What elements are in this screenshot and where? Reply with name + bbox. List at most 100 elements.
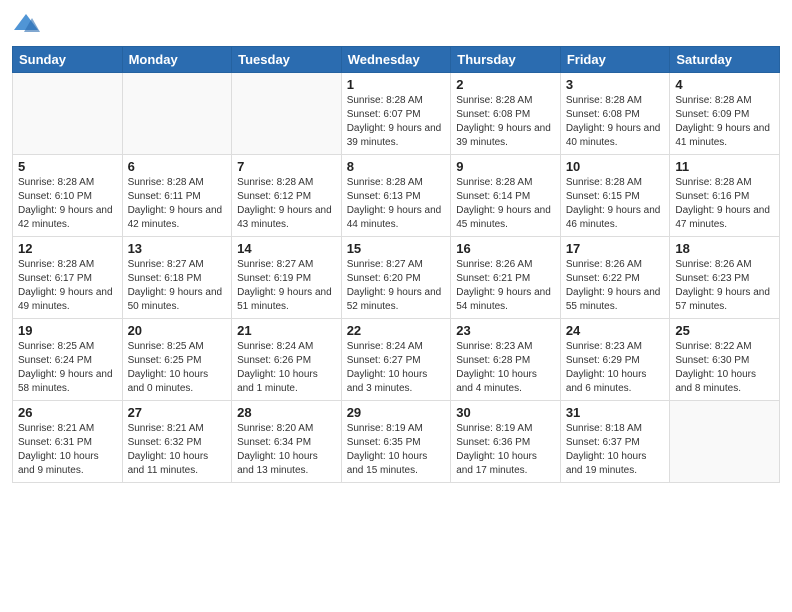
logo bbox=[12, 10, 43, 38]
day-info: Sunrise: 8:28 AM Sunset: 6:16 PM Dayligh… bbox=[675, 176, 774, 232]
day-info: Sunrise: 8:20 AM Sunset: 6:34 PM Dayligh… bbox=[237, 422, 336, 478]
day-cell-30: 30 Sunrise: 8:19 AM Sunset: 6:36 PM Dayli… bbox=[451, 401, 561, 483]
day-info: Sunrise: 8:26 AM Sunset: 6:23 PM Dayligh… bbox=[675, 258, 774, 314]
day-cell-15: 15 Sunrise: 8:27 AM Sunset: 6:20 PM Dayli… bbox=[341, 237, 451, 319]
day-number: 12 bbox=[18, 241, 117, 256]
day-info: Sunrise: 8:28 AM Sunset: 6:15 PM Dayligh… bbox=[566, 176, 665, 232]
day-number: 7 bbox=[237, 159, 336, 174]
day-info: Sunrise: 8:21 AM Sunset: 6:31 PM Dayligh… bbox=[18, 422, 117, 478]
week-row-0: 1 Sunrise: 8:28 AM Sunset: 6:07 PM Daylig… bbox=[13, 73, 780, 155]
day-cell-8: 8 Sunrise: 8:28 AM Sunset: 6:13 PM Daylig… bbox=[341, 155, 451, 237]
logo-icon bbox=[12, 10, 40, 38]
day-info: Sunrise: 8:28 AM Sunset: 6:09 PM Dayligh… bbox=[675, 94, 774, 150]
day-cell-28: 28 Sunrise: 8:20 AM Sunset: 6:34 PM Dayli… bbox=[232, 401, 342, 483]
day-info: Sunrise: 8:28 AM Sunset: 6:14 PM Dayligh… bbox=[456, 176, 555, 232]
day-number: 24 bbox=[566, 323, 665, 338]
day-info: Sunrise: 8:28 AM Sunset: 6:08 PM Dayligh… bbox=[456, 94, 555, 150]
day-cell-27: 27Sunrise: 8:21 AM Sunset: 6:32 PM Dayli… bbox=[122, 401, 232, 483]
weekday-thursday: Thursday bbox=[451, 47, 561, 73]
day-number: 1 bbox=[347, 77, 446, 92]
day-cell-7: 7 Sunrise: 8:28 AM Sunset: 6:12 PM Daylig… bbox=[232, 155, 342, 237]
day-cell-3: 3 Sunrise: 8:28 AM Sunset: 6:08 PM Daylig… bbox=[560, 73, 670, 155]
day-number: 4 bbox=[675, 77, 774, 92]
day-cell-22: 22Sunrise: 8:24 AM Sunset: 6:27 PM Dayli… bbox=[341, 319, 451, 401]
day-cell-29: 29Sunrise: 8:19 AM Sunset: 6:35 PM Dayli… bbox=[341, 401, 451, 483]
day-info: Sunrise: 8:28 AM Sunset: 6:17 PM Dayligh… bbox=[18, 258, 117, 314]
day-info: Sunrise: 8:19 AM Sunset: 6:36 PM Dayligh… bbox=[456, 422, 555, 478]
day-info: Sunrise: 8:26 AM Sunset: 6:21 PM Dayligh… bbox=[456, 258, 555, 314]
day-cell-9: 9 Sunrise: 8:28 AM Sunset: 6:14 PM Daylig… bbox=[451, 155, 561, 237]
day-cell-1: 1 Sunrise: 8:28 AM Sunset: 6:07 PM Daylig… bbox=[341, 73, 451, 155]
day-number: 9 bbox=[456, 159, 555, 174]
day-number: 6 bbox=[128, 159, 227, 174]
day-number: 25 bbox=[675, 323, 774, 338]
day-number: 5 bbox=[18, 159, 117, 174]
day-cell-10: 10 Sunrise: 8:28 AM Sunset: 6:15 PM Dayli… bbox=[560, 155, 670, 237]
day-cell-2: 2 Sunrise: 8:28 AM Sunset: 6:08 PM Daylig… bbox=[451, 73, 561, 155]
day-info: Sunrise: 8:27 AM Sunset: 6:19 PM Dayligh… bbox=[237, 258, 336, 314]
day-info: Sunrise: 8:28 AM Sunset: 6:10 PM Dayligh… bbox=[18, 176, 117, 232]
day-info: Sunrise: 8:28 AM Sunset: 6:13 PM Dayligh… bbox=[347, 176, 446, 232]
day-info: Sunrise: 8:28 AM Sunset: 6:12 PM Dayligh… bbox=[237, 176, 336, 232]
day-cell-18: 18 Sunrise: 8:26 AM Sunset: 6:23 PM Dayli… bbox=[670, 237, 780, 319]
day-number: 13 bbox=[128, 241, 227, 256]
day-cell-4: 4 Sunrise: 8:28 AM Sunset: 6:09 PM Daylig… bbox=[670, 73, 780, 155]
weekday-wednesday: Wednesday bbox=[341, 47, 451, 73]
day-number: 10 bbox=[566, 159, 665, 174]
header bbox=[12, 10, 780, 38]
day-info: Sunrise: 8:28 AM Sunset: 6:07 PM Dayligh… bbox=[347, 94, 446, 150]
week-row-4: 26 Sunrise: 8:21 AM Sunset: 6:31 PM Dayli… bbox=[13, 401, 780, 483]
day-cell-20: 20Sunrise: 8:25 AM Sunset: 6:25 PM Dayli… bbox=[122, 319, 232, 401]
day-cell-14: 14 Sunrise: 8:27 AM Sunset: 6:19 PM Dayli… bbox=[232, 237, 342, 319]
day-cell-5: 5 Sunrise: 8:28 AM Sunset: 6:10 PM Daylig… bbox=[13, 155, 123, 237]
day-number: 28 bbox=[237, 405, 336, 420]
weekday-header-row: SundayMondayTuesdayWednesdayThursdayFrid… bbox=[13, 47, 780, 73]
day-number: 21 bbox=[237, 323, 336, 338]
week-row-3: 19 Sunrise: 8:25 AM Sunset: 6:24 PM Dayli… bbox=[13, 319, 780, 401]
day-number: 31 bbox=[566, 405, 665, 420]
day-info: Sunrise: 8:22 AM Sunset: 6:30 PM Dayligh… bbox=[675, 340, 774, 396]
day-cell-12: 12 Sunrise: 8:28 AM Sunset: 6:17 PM Dayli… bbox=[13, 237, 123, 319]
day-number: 3 bbox=[566, 77, 665, 92]
day-info: Sunrise: 8:28 AM Sunset: 6:08 PM Dayligh… bbox=[566, 94, 665, 150]
day-info: Sunrise: 8:26 AM Sunset: 6:22 PM Dayligh… bbox=[566, 258, 665, 314]
day-number: 8 bbox=[347, 159, 446, 174]
day-cell-31: 31Sunrise: 8:18 AM Sunset: 6:37 PM Dayli… bbox=[560, 401, 670, 483]
day-number: 17 bbox=[566, 241, 665, 256]
week-row-1: 5 Sunrise: 8:28 AM Sunset: 6:10 PM Daylig… bbox=[13, 155, 780, 237]
day-number: 16 bbox=[456, 241, 555, 256]
day-cell-19: 19 Sunrise: 8:25 AM Sunset: 6:24 PM Dayli… bbox=[13, 319, 123, 401]
day-number: 30 bbox=[456, 405, 555, 420]
weekday-friday: Friday bbox=[560, 47, 670, 73]
day-info: Sunrise: 8:21 AM Sunset: 6:32 PM Dayligh… bbox=[128, 422, 227, 478]
week-row-2: 12 Sunrise: 8:28 AM Sunset: 6:17 PM Dayli… bbox=[13, 237, 780, 319]
day-cell-17: 17 Sunrise: 8:26 AM Sunset: 6:22 PM Dayli… bbox=[560, 237, 670, 319]
day-cell-11: 11 Sunrise: 8:28 AM Sunset: 6:16 PM Dayli… bbox=[670, 155, 780, 237]
day-info: Sunrise: 8:24 AM Sunset: 6:27 PM Dayligh… bbox=[347, 340, 446, 396]
day-number: 11 bbox=[675, 159, 774, 174]
weekday-saturday: Saturday bbox=[670, 47, 780, 73]
weekday-sunday: Sunday bbox=[13, 47, 123, 73]
day-cell-26: 26 Sunrise: 8:21 AM Sunset: 6:31 PM Dayli… bbox=[13, 401, 123, 483]
day-number: 2 bbox=[456, 77, 555, 92]
day-info: Sunrise: 8:24 AM Sunset: 6:26 PM Dayligh… bbox=[237, 340, 336, 396]
day-info: Sunrise: 8:27 AM Sunset: 6:20 PM Dayligh… bbox=[347, 258, 446, 314]
day-cell-6: 6Sunrise: 8:28 AM Sunset: 6:11 PM Daylig… bbox=[122, 155, 232, 237]
day-number: 18 bbox=[675, 241, 774, 256]
day-cell-24: 24 Sunrise: 8:23 AM Sunset: 6:29 PM Dayli… bbox=[560, 319, 670, 401]
empty-cell bbox=[670, 401, 780, 483]
day-cell-23: 23Sunrise: 8:23 AM Sunset: 6:28 PM Dayli… bbox=[451, 319, 561, 401]
day-number: 23 bbox=[456, 323, 555, 338]
page: SundayMondayTuesdayWednesdayThursdayFrid… bbox=[0, 0, 792, 612]
empty-cell bbox=[13, 73, 123, 155]
day-number: 26 bbox=[18, 405, 117, 420]
weekday-monday: Monday bbox=[122, 47, 232, 73]
day-number: 15 bbox=[347, 241, 446, 256]
calendar: SundayMondayTuesdayWednesdayThursdayFrid… bbox=[12, 46, 780, 483]
day-info: Sunrise: 8:23 AM Sunset: 6:29 PM Dayligh… bbox=[566, 340, 665, 396]
day-cell-21: 21 Sunrise: 8:24 AM Sunset: 6:26 PM Dayli… bbox=[232, 319, 342, 401]
day-number: 19 bbox=[18, 323, 117, 338]
day-number: 14 bbox=[237, 241, 336, 256]
day-info: Sunrise: 8:25 AM Sunset: 6:24 PM Dayligh… bbox=[18, 340, 117, 396]
day-info: Sunrise: 8:19 AM Sunset: 6:35 PM Dayligh… bbox=[347, 422, 446, 478]
